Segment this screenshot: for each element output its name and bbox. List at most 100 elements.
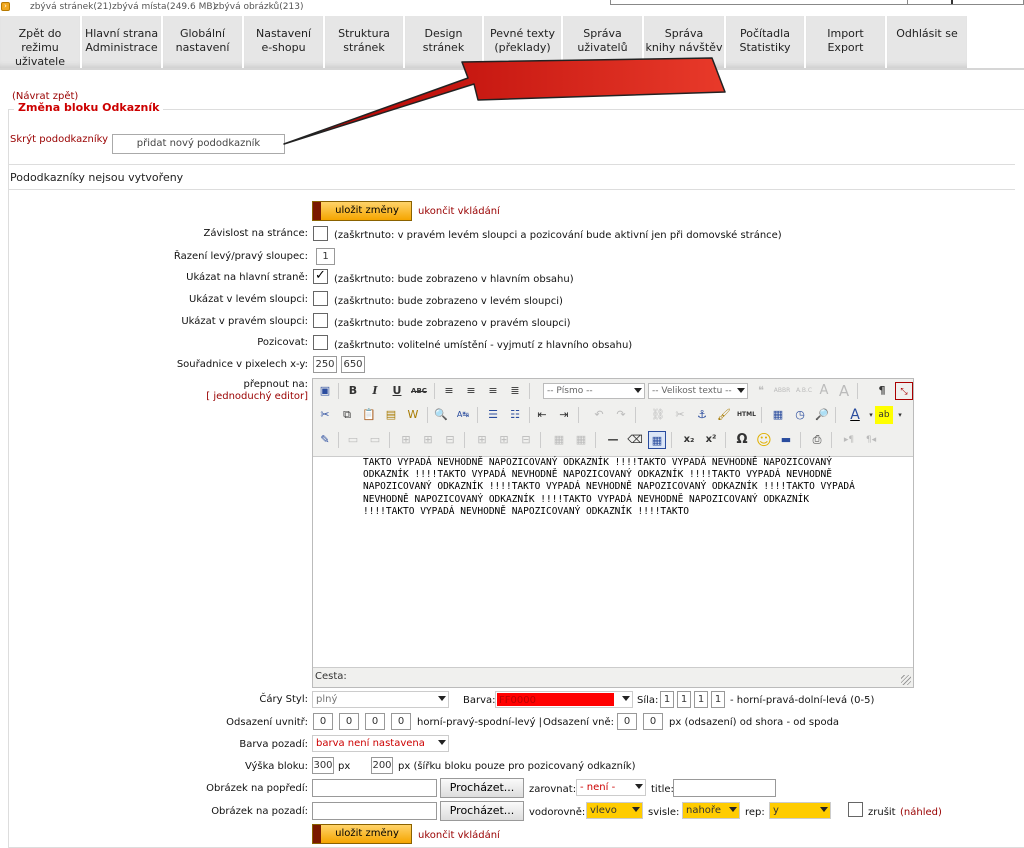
block-width-input[interactable]: 200 <box>371 757 393 774</box>
outdent-icon[interactable]: ⇤ <box>533 406 551 424</box>
align-justify-icon[interactable]: ≣ <box>506 382 524 400</box>
title-input[interactable] <box>673 779 776 797</box>
nav-tab-10[interactable]: Import Export <box>806 16 886 68</box>
copy-icon[interactable]: ⧉ <box>338 406 356 424</box>
remove-format-icon[interactable]: ⌫ <box>626 431 644 449</box>
number-list-icon[interactable]: ☷ <box>506 406 524 424</box>
order-input[interactable]: 1 <box>316 248 335 265</box>
fg-image-input[interactable] <box>312 779 437 797</box>
align-select[interactable]: - není - <box>576 779 646 796</box>
width-right-input[interactable]: 1 <box>677 691 691 708</box>
acronym-icon[interactable]: A.B.C <box>795 382 813 400</box>
edit-css-icon[interactable]: ✎ <box>316 431 334 449</box>
text-decrease-icon[interactable]: A <box>815 382 833 400</box>
simple-editor-link[interactable]: [ jednoduchý editor] <box>8 391 308 402</box>
horizontal-rule-icon[interactable]: — <box>604 431 622 449</box>
line-style-select[interactable]: plný <box>312 691 449 708</box>
cell-props-icon[interactable]: ▭ <box>366 431 384 449</box>
replace-icon[interactable]: A↹ <box>454 406 472 424</box>
font-select[interactable]: -- Písmo -- <box>543 383 645 399</box>
table-icon[interactable]: ▦ <box>648 431 666 449</box>
position-checkbox[interactable] <box>313 335 328 350</box>
paste-word-icon[interactable]: W <box>404 406 422 424</box>
end-insert-link-bottom[interactable]: ukončit vkládání <box>418 830 500 841</box>
strikethrough-icon[interactable]: ABC <box>410 382 428 400</box>
align-right-icon[interactable]: ≡ <box>484 382 502 400</box>
subscript-icon[interactable]: x₂ <box>680 431 698 449</box>
padding-bottom-input[interactable]: 0 <box>365 713 385 730</box>
nav-tab-0[interactable]: Zpět do režimu uživatele <box>0 16 81 68</box>
width-left-input[interactable]: 1 <box>711 691 725 708</box>
editor-area[interactable]: TAKTO VYPADÁ NEVHODNĚ NAPOZICOVANÝ ODKAZ… <box>313 456 913 668</box>
nav-tab-6[interactable]: Pevné texty (překlady) <box>484 16 562 68</box>
add-sub-button[interactable]: přidat nový pododkazník <box>112 134 285 154</box>
bold-icon[interactable]: B <box>344 382 362 400</box>
cleanup-icon[interactable]: 🖌 <box>715 406 733 424</box>
italic-icon[interactable]: I <box>366 382 384 400</box>
insert-row-before-icon[interactable]: ⊞ <box>397 431 415 449</box>
margin-top-input[interactable]: 0 <box>617 713 637 730</box>
align-left-icon[interactable]: ≡ <box>440 382 458 400</box>
show-left-checkbox[interactable] <box>313 291 328 306</box>
superscript-icon[interactable]: x² <box>702 431 720 449</box>
save-icon[interactable]: ▣ <box>316 382 334 400</box>
delete-row-icon[interactable]: ⊟ <box>441 431 459 449</box>
special-char-icon[interactable]: Ω <box>733 431 751 449</box>
ltr-icon[interactable]: ▸¶ <box>840 431 858 449</box>
time-icon[interactable]: ◷ <box>791 406 809 424</box>
unlink-icon[interactable]: ✂ <box>671 406 689 424</box>
nav-tab-8[interactable]: Správa knihy návštěv <box>644 16 725 68</box>
paste-icon[interactable]: 📋 <box>360 406 378 424</box>
color-select[interactable]: FF0000 <box>495 691 633 708</box>
save-button-bottom[interactable]: uložit změny <box>312 824 412 844</box>
padding-right-input[interactable]: 0 <box>339 713 359 730</box>
abbr-icon[interactable]: ABBR <box>773 382 791 400</box>
bg-browse-button[interactable]: Procházet... <box>440 801 524 821</box>
paste-text-icon[interactable]: ▤ <box>382 406 400 424</box>
resize-grip-icon[interactable] <box>901 675 911 685</box>
arrow-icon[interactable]: › <box>1 2 10 11</box>
quote-icon[interactable]: ❝ <box>752 382 770 400</box>
hide-subs-link[interactable]: Skrýt pododkazníky <box>10 134 108 145</box>
date-icon[interactable]: ▦ <box>769 406 787 424</box>
nav-tab-9[interactable]: Počítadla Statistiky <box>726 16 805 68</box>
height-input[interactable]: 300 <box>312 757 334 774</box>
insert-row-after-icon[interactable]: ⊞ <box>419 431 437 449</box>
cut-icon[interactable]: ✂ <box>316 406 334 424</box>
padding-left-input[interactable]: 0 <box>391 713 411 730</box>
show-main-checkbox[interactable] <box>313 268 328 284</box>
nav-tab-4[interactable]: Struktura stránek <box>325 16 404 68</box>
emoticon-icon[interactable]: ☺ <box>755 431 773 449</box>
redo-icon[interactable]: ↷ <box>612 406 630 424</box>
editor-content[interactable]: TAKTO VYPADÁ NEVHODNĚ NAPOZICOVANÝ ODKAZ… <box>363 457 863 667</box>
show-right-checkbox[interactable] <box>313 313 328 328</box>
bg-image-input[interactable] <box>312 802 437 820</box>
media-icon[interactable]: ▬ <box>777 431 795 449</box>
rtl-icon[interactable]: ¶◂ <box>862 431 880 449</box>
nav-tab-11[interactable]: Odhlásit se <box>887 16 968 68</box>
underline-icon[interactable]: U <box>388 382 406 400</box>
preview-link[interactable]: (náhled) <box>900 807 942 818</box>
width-bottom-input[interactable]: 1 <box>694 691 708 708</box>
fg-browse-button[interactable]: Procházet... <box>440 778 524 798</box>
html-icon[interactable]: HTML <box>737 406 756 424</box>
nav-tab-5[interactable]: Design stránek <box>405 16 483 68</box>
save-button[interactable]: uložit změny <box>312 201 412 221</box>
print-icon[interactable]: ⎙ <box>808 431 826 449</box>
bullet-list-icon[interactable]: ☰ <box>484 406 502 424</box>
insert-col-before-icon[interactable]: ⊞ <box>473 431 491 449</box>
margin-bottom-input[interactable]: 0 <box>643 713 663 730</box>
size-select[interactable]: -- Velikost textu -- <box>648 383 748 399</box>
delete-col-icon[interactable]: ⊟ <box>517 431 535 449</box>
link-icon[interactable]: ⛓ <box>649 406 667 424</box>
split-cells-icon[interactable]: ▦ <box>550 431 568 449</box>
nav-tab-7[interactable]: Správa uživatelů <box>563 16 643 68</box>
anchor-icon[interactable]: ⚓ <box>693 406 711 424</box>
coord-x-input[interactable]: 250 <box>313 356 337 373</box>
undo-icon[interactable]: ↶ <box>590 406 608 424</box>
insert-col-after-icon[interactable]: ⊞ <box>495 431 513 449</box>
nav-tab-2[interactable]: Globální nastavení <box>163 16 243 68</box>
end-insert-link[interactable]: ukončit vkládání <box>418 206 500 217</box>
indent-icon[interactable]: ⇥ <box>555 406 573 424</box>
bg-color-select[interactable]: barva není nastavena <box>312 735 449 752</box>
